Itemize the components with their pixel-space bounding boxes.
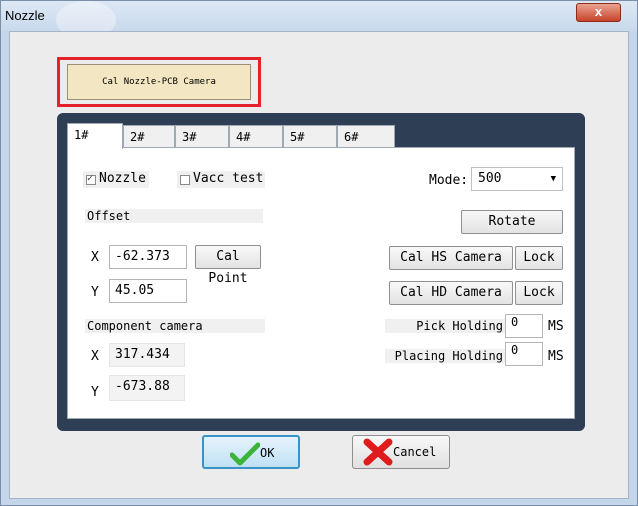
vacc-test-checkbox[interactable]: [180, 175, 190, 185]
close-icon: x: [594, 4, 603, 19]
window-title: Nozzle: [5, 8, 45, 23]
pick-holding-label: Pick Holding: [385, 319, 505, 333]
offset-group-label: Offset: [85, 209, 263, 223]
nozzle-checkbox-label: Nozzle: [99, 171, 146, 186]
component-x-value: 317.434: [109, 343, 185, 367]
cal-nozzle-pcb-camera-button[interactable]: Cal Nozzle-PCB Camera: [67, 64, 251, 100]
pick-holding-unit: MS: [548, 319, 564, 334]
red-x-icon: [363, 438, 393, 466]
cancel-button[interactable]: Cancel: [352, 435, 450, 469]
mode-label: Mode:: [429, 173, 469, 188]
tab-4[interactable]: 4#: [229, 125, 283, 148]
offset-x-label: X: [91, 250, 99, 265]
ok-label: OK: [260, 446, 275, 460]
cal-hs-camera-button[interactable]: Cal HS Camera: [389, 246, 513, 270]
tab-5[interactable]: 5#: [283, 125, 337, 148]
offset-y-input[interactable]: 45.05: [109, 279, 187, 303]
close-button[interactable]: x: [576, 3, 621, 22]
title-bar[interactable]: Nozzle x: [1, 1, 637, 39]
tab-1[interactable]: 1#: [67, 123, 123, 149]
nozzle-dialog: Nozzle x Cal Nozzle-PCB Camera 1# 2# 3# …: [0, 0, 638, 506]
checkmark-icon: [230, 442, 260, 466]
chevron-down-icon: ▼: [550, 174, 556, 184]
rotate-button[interactable]: Rotate: [461, 210, 563, 234]
tab-2[interactable]: 2#: [123, 125, 175, 148]
cal-point-button[interactable]: Cal Point: [195, 245, 261, 286]
tab-3[interactable]: 3#: [175, 125, 229, 148]
vacc-test-label: Vacc test: [193, 171, 264, 186]
offset-y-label: Y: [91, 285, 99, 300]
component-y-label: Y: [91, 385, 99, 400]
lock-hd-button[interactable]: Lock: [515, 281, 563, 305]
mode-select[interactable]: 500 ▼: [471, 167, 563, 191]
offset-x-input[interactable]: -62.373: [109, 245, 187, 269]
nozzle-checkbox-row[interactable]: Nozzle: [83, 171, 149, 188]
component-x-label: X: [91, 349, 99, 364]
nozzle-checkbox[interactable]: [86, 173, 96, 185]
vacc-test-checkbox-row[interactable]: Vacc test: [177, 171, 265, 188]
ok-button[interactable]: OK: [202, 435, 300, 469]
cancel-label: Cancel: [393, 445, 437, 459]
tab-6[interactable]: 6#: [337, 125, 395, 148]
mode-value: 500: [478, 171, 502, 186]
cal-hd-camera-button[interactable]: Cal HD Camera: [389, 281, 513, 305]
placing-holding-input[interactable]: 0: [505, 342, 543, 366]
component-camera-group-label: Component camera: [85, 319, 265, 333]
placing-holding-label: Placing Holding: [385, 349, 505, 363]
placing-holding-unit: MS: [548, 349, 564, 364]
component-y-value: -673.88: [109, 375, 185, 401]
lock-hs-button[interactable]: Lock: [515, 246, 563, 270]
pick-holding-input[interactable]: 0: [505, 314, 543, 338]
